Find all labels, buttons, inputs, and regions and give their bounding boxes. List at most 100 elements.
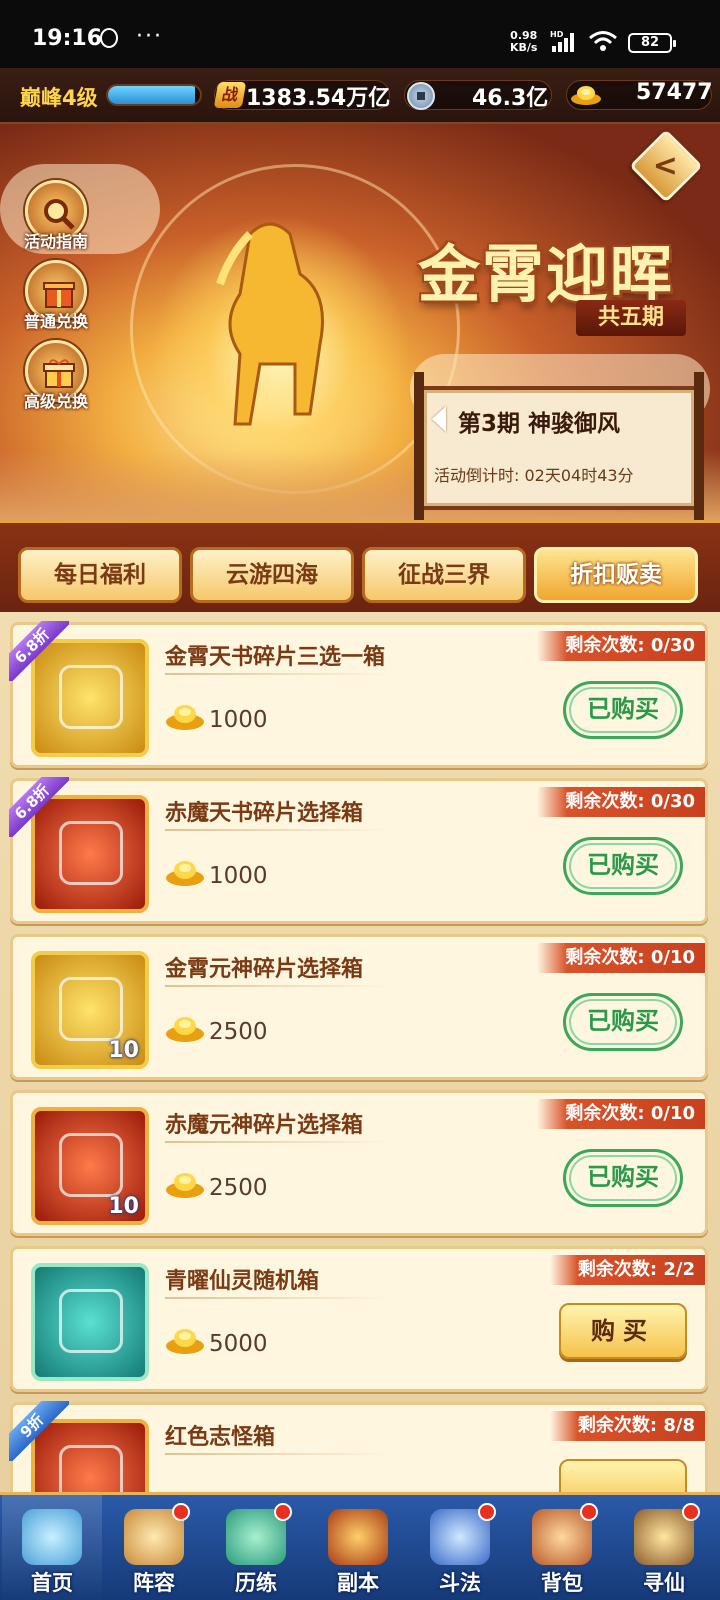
board-post: [414, 372, 424, 520]
tab-cloud-travel[interactable]: 云游四海: [190, 547, 354, 603]
discount-ribbon: 9折: [9, 1401, 69, 1461]
network-type: HD: [550, 30, 564, 39]
notification-badge: [172, 1503, 190, 1521]
list-item: 10 赤魔元神碎片选择箱 2500 剩余次数: 0/10 已购买: [10, 1090, 708, 1236]
horse-icon: [216, 222, 324, 426]
item-list: 6.8折 金霄天书碎片三选一箱 1000 剩余次数: 0/30 已购买 6.8折…: [0, 612, 720, 1492]
normal-exchange-label: 普通兑换: [23, 312, 88, 331]
nav-label: 斗法: [439, 1571, 481, 1595]
gold-ingot-icon: [166, 705, 204, 730]
nav-label: 阵容: [133, 1571, 175, 1595]
tab-daily-welfare[interactable]: 每日福利: [18, 547, 182, 603]
premium-exchange-label: 高级兑换: [23, 392, 88, 411]
bottom-navigation: 首页 阵容 历练 副本 斗法 背包 寻仙: [0, 1492, 720, 1600]
item-icon[interactable]: [31, 1263, 149, 1381]
back-button[interactable]: <: [629, 129, 703, 203]
nav-label: 背包: [541, 1571, 583, 1595]
gift-box-icon: [43, 282, 75, 308]
magnifier-icon: [44, 199, 75, 230]
item-price: 2500: [209, 1019, 268, 1045]
tab-conquer-three-realms[interactable]: 征战三界: [362, 547, 526, 603]
normal-exchange-button[interactable]: 普通兑换: [14, 260, 98, 332]
tab-discount-sale[interactable]: 折扣贩卖: [534, 547, 698, 603]
item-name: 金霄天书碎片三选一箱: [165, 645, 386, 670]
divider: [165, 985, 389, 987]
buy-button[interactable]: [559, 1459, 687, 1492]
wifi-icon: [589, 31, 617, 51]
purchased-button[interactable]: 已购买: [563, 837, 683, 895]
list-item: 青曜仙灵随机箱 5000 剩余次数: 2/2 购买: [10, 1246, 708, 1392]
signal-icon: HD: [550, 30, 574, 52]
treasure-chest-icon: [59, 977, 123, 1041]
more-notifications-icon: ···: [136, 24, 163, 49]
discount-label: 9折: [9, 1401, 69, 1461]
remaining-count: 剩余次数: 0/10: [537, 943, 705, 973]
purchased-button[interactable]: 已购买: [563, 681, 683, 739]
nav-battle[interactable]: 斗法: [410, 1495, 510, 1600]
tab-bar: 每日福利 云游四海 征战三界 折扣贩卖: [0, 520, 720, 612]
nav-label: 首页: [31, 1571, 73, 1595]
silver-value: 46.3亿: [472, 86, 549, 111]
remaining-count: 剩余次数: 8/8: [549, 1411, 705, 1441]
nav-label: 历练: [235, 1571, 277, 1595]
back-arrow-icon: <: [652, 148, 678, 184]
divider: [165, 1141, 389, 1143]
list-item: 9折 红色志怪箱 剩余次数: 8/8: [9, 1401, 708, 1492]
divider: [165, 1453, 389, 1455]
gold-ingot-icon: [166, 1173, 204, 1198]
nav-seek-immortal[interactable]: 寻仙: [614, 1495, 714, 1600]
item-name: 青曜仙灵随机箱: [165, 1269, 320, 1294]
event-banner: 活动指南 普通兑换 高级兑换 < 金霄迎晖 共五期 第3期 神骏御风 活动倒计时…: [0, 124, 720, 520]
list-item: 10 金霄元神碎片选择箱 2500 剩余次数: 0/10 已购买: [10, 934, 708, 1080]
purchased-button[interactable]: 已购买: [563, 993, 683, 1051]
previous-period-arrow-icon[interactable]: [432, 406, 446, 432]
item-icon[interactable]: 10: [31, 951, 149, 1069]
remaining-count: 剩余次数: 0/10: [537, 1099, 705, 1129]
item-icon[interactable]: 10: [31, 1107, 149, 1225]
network-speed: 0.98 KB/s: [510, 30, 537, 54]
item-price: 1000: [209, 707, 268, 733]
period-board: 第3期 神骏御风 活动倒计时: 02天04时43分: [414, 372, 704, 520]
notification-badge: [580, 1503, 598, 1521]
divider: [165, 1297, 389, 1299]
item-name: 赤魔天书碎片选择箱: [165, 801, 364, 826]
activity-countdown: 活动倒计时: 02天04时43分: [434, 466, 634, 485]
battery-icon: 82: [628, 33, 676, 53]
purchased-button[interactable]: 已购买: [563, 1149, 683, 1207]
combat-power-icon: 战: [213, 82, 247, 108]
item-name: 赤魔元神碎片选择箱: [165, 1113, 364, 1138]
resource-bar: 巅峰4级 战 1383.54万亿 46.3亿 57477: [0, 68, 720, 124]
remaining-count: 剩余次数: 0/30: [537, 631, 705, 661]
gold-ingot-icon: [166, 861, 204, 886]
buy-button[interactable]: 购买: [559, 1303, 687, 1359]
premium-exchange-button[interactable]: 高级兑换: [14, 340, 98, 412]
nav-training[interactable]: 历练: [206, 1495, 306, 1600]
gate-icon: [328, 1509, 388, 1565]
discount-ribbon: 6.8折: [9, 777, 69, 837]
discount-label: 6.8折: [9, 777, 69, 837]
activity-guide-button[interactable]: 活动指南: [14, 180, 98, 252]
item-price: 1000: [209, 863, 268, 889]
nav-dungeon[interactable]: 副本: [308, 1495, 408, 1600]
period-name: 第3期 神骏御风: [458, 411, 621, 437]
nav-backpack[interactable]: 背包: [512, 1495, 612, 1600]
remaining-count: 剩余次数: 0/30: [537, 787, 705, 817]
nav-lineup[interactable]: 阵容: [104, 1495, 204, 1600]
list-item: 6.8折 金霄天书碎片三选一箱 1000 剩余次数: 0/30 已购买: [9, 621, 708, 768]
nav-home[interactable]: 首页: [2, 1495, 102, 1600]
status-bar: 19:16 ··· 0.98 KB/s HD 82: [0, 0, 720, 68]
item-name: 金霄元神碎片选择箱: [165, 957, 364, 982]
peak-level: 巅峰4级: [20, 86, 98, 110]
gold-value: 57477: [636, 80, 713, 105]
gold-ingot-icon: [166, 1017, 204, 1042]
status-time: 19:16: [32, 26, 103, 51]
network-speed-unit: KB/s: [510, 41, 538, 54]
silver-coin-icon: [407, 82, 435, 110]
remaining-count: 剩余次数: 2/2: [549, 1255, 705, 1285]
level-progress-bar: [106, 84, 202, 106]
item-quantity: 10: [108, 1038, 139, 1063]
board-post: [694, 372, 704, 520]
discount-label: 6.8折: [9, 621, 69, 681]
treasure-chest-icon: [59, 1133, 123, 1197]
jade-chest-icon: [59, 1289, 123, 1353]
